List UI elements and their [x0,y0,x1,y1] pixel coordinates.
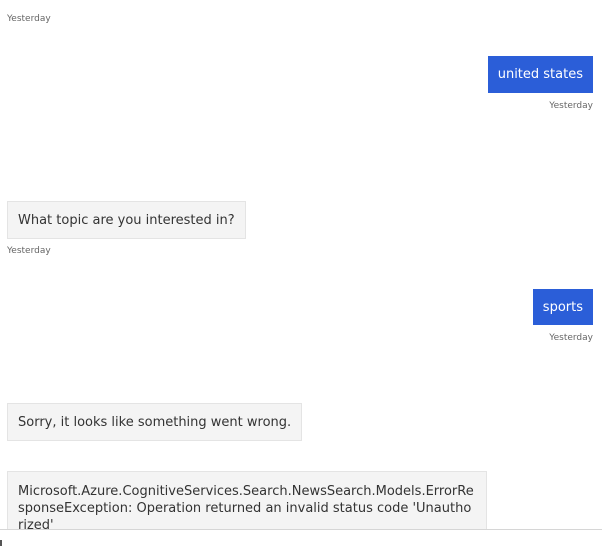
message-timestamp: Yesterday [549,333,593,343]
chat-transcript: Yesterday united states Yesterday What t… [0,0,602,546]
input-caret [0,540,2,546]
bot-message-bubble: Sorry, it looks like something went wron… [7,403,303,441]
bot-error-message-bubble: Microsoft.Azure.CognitiveServices.Search… [7,471,487,533]
user-message-bubble: sports [532,289,593,325]
message-timestamp: Yesterday [7,14,51,24]
message-timestamp: Yesterday [549,101,593,111]
user-message-bubble: united states [487,56,593,93]
bot-message-bubble: What topic are you interested in? [7,201,246,239]
message-timestamp: Yesterday [7,246,51,256]
message-input-bar[interactable] [0,529,602,546]
